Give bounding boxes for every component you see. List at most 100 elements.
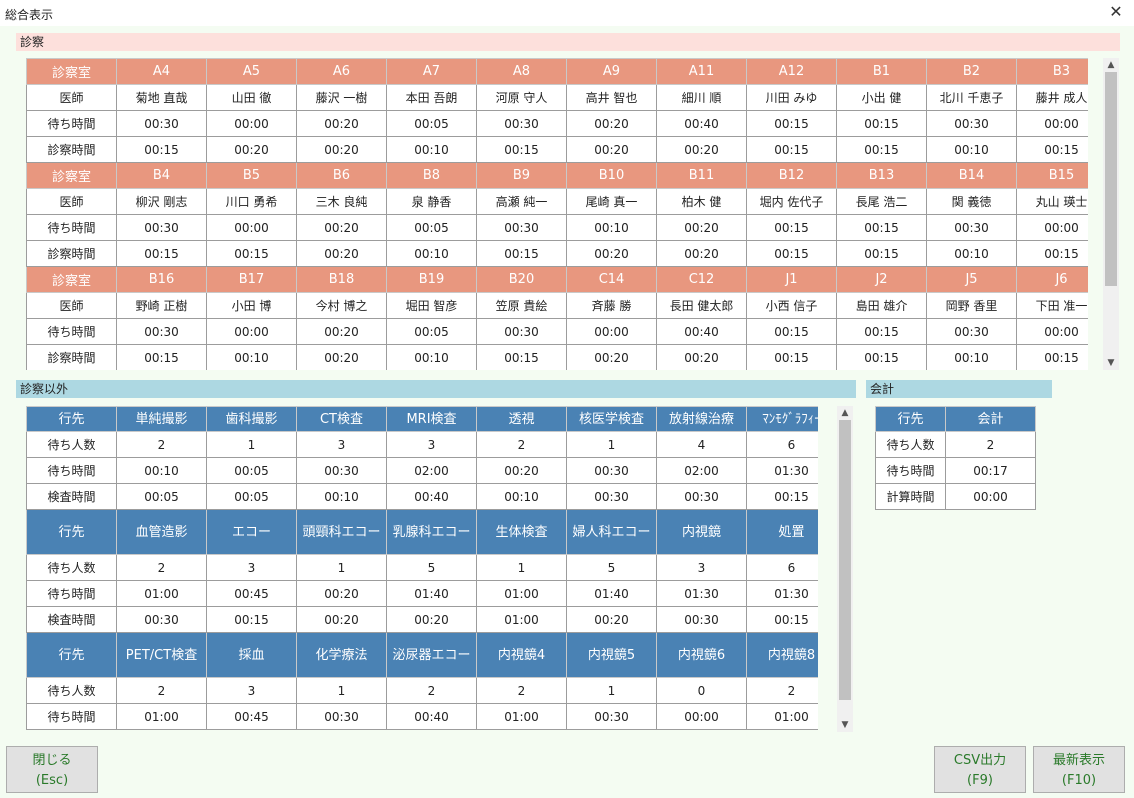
table-cell: 00:30	[926, 214, 1017, 241]
table-cell: 5	[386, 554, 477, 581]
table-cell: 00:40	[656, 110, 747, 137]
room-name: A12	[746, 58, 837, 85]
scroll-down-icon[interactable]: ▼	[1103, 356, 1119, 370]
table-cell: 3	[656, 554, 747, 581]
scroll-down-icon[interactable]: ▼	[837, 718, 853, 732]
row-label: 待ち時間	[26, 457, 117, 484]
section-header-shinsatsu: 診察	[16, 33, 1120, 51]
room-header-row: 診察室 B4 B5 B6 B8 B9 B10 B11 B12 B13 B14 B15	[26, 162, 1088, 189]
table-cell: 三木 良純	[296, 188, 387, 215]
table-row: 医師 菊地 直哉 山田 徹藤沢 一樹 本田 吾朗 河原 守人 高井 智也 細川 順川田 みゆ…	[26, 84, 1088, 111]
row-label: 待ち人数	[26, 554, 117, 581]
table-cell: 00:20	[566, 606, 657, 633]
room-name: J5	[926, 266, 1017, 293]
table-cell: 2	[945, 431, 1036, 458]
table-row: 診察時間 00:15 00:15 00:20 00:10 00:15 00:20 00:20 0…	[26, 240, 1088, 267]
table-cell: 00:30	[656, 483, 747, 510]
table-cell: 01:00	[476, 703, 567, 730]
room-name: B20	[476, 266, 567, 293]
table-row: 待ち人数 2 3 1 2 2 1 0 2	[26, 677, 818, 704]
scroll-thumb[interactable]	[839, 420, 851, 700]
table-cell: 堀内 佐代子	[746, 188, 837, 215]
table-cell: 00:00	[206, 318, 297, 345]
room-name: A5	[206, 58, 297, 85]
table-cell: 関 義徳	[926, 188, 1017, 215]
other-table: 行先 単純撮影 歯科撮影 CT検査 MRI検査 透視 核医学検査 放射線治療 ﾏﾝﾓｸﾞﾗﾌｨｰ…	[26, 406, 818, 730]
table-cell: 柳沢 剛志	[116, 188, 207, 215]
dest-name: 歯科撮影	[206, 406, 297, 432]
room-name: B17	[206, 266, 297, 293]
table-cell: 小田 博	[206, 292, 297, 319]
room-name: B14	[926, 162, 1017, 189]
table-row: 診察時間 00:15 00:10 00:20 00:10 00:15 00:20 00:20 0…	[26, 344, 1088, 370]
dest-name: 核医学検査	[566, 406, 657, 432]
table-cell: 00:20	[296, 344, 387, 370]
scroll-up-icon[interactable]: ▲	[837, 406, 853, 420]
table-cell: 00:20	[656, 344, 747, 370]
table-cell: 00:00	[206, 214, 297, 241]
dest-name: エコー	[206, 509, 297, 555]
table-cell: 00:10	[926, 344, 1017, 370]
table-cell: 00:15	[836, 214, 927, 241]
row-label: 待ち人数	[26, 431, 117, 458]
table-row: 待ち時間 00:30 00:00 00:20 00:05 00:30 00:00 00:40 0…	[26, 318, 1088, 345]
table-cell: 00:15	[206, 240, 297, 267]
table-cell: 藤井 成人	[1016, 84, 1088, 111]
table-cell: 00:10	[116, 457, 207, 484]
table-row: 待ち人数 2	[875, 431, 1036, 458]
row-label: 医師	[26, 188, 117, 215]
row-label: 検査時間	[26, 483, 117, 510]
table-cell: 00:05	[206, 483, 297, 510]
table-row: 計算時間 00:00	[875, 483, 1036, 510]
dest-name: 透視	[476, 406, 567, 432]
table-cell: 00:10	[926, 136, 1017, 163]
refresh-button-key: (F10)	[1061, 773, 1097, 788]
scroll-thumb[interactable]	[1105, 72, 1117, 286]
table-cell: 藤沢 一樹	[296, 84, 387, 111]
room-name: B4	[116, 162, 207, 189]
table-cell: 6	[746, 554, 818, 581]
table-cell: 2	[476, 677, 567, 704]
csv-export-button[interactable]: CSV出力 (F9)	[934, 746, 1026, 793]
table-cell: 菊地 直哉	[116, 84, 207, 111]
row-label: 待ち時間	[26, 318, 117, 345]
table-cell: 00:10	[386, 136, 477, 163]
table-cell: 02:00	[386, 457, 477, 484]
table-cell: 00:20	[296, 136, 387, 163]
room-name: B1	[836, 58, 927, 85]
room-name: B10	[566, 162, 657, 189]
shinsatsu-scrollbar[interactable]: ▲ ▼	[1103, 58, 1119, 370]
table-cell: 00:15	[746, 136, 837, 163]
table-cell: 00:20	[656, 136, 747, 163]
room-name: J1	[746, 266, 837, 293]
table-cell: 00:00	[945, 483, 1036, 510]
dest-name: 血管造影	[116, 509, 207, 555]
table-cell: 00:15	[476, 240, 567, 267]
table-cell: 00:45	[206, 703, 297, 730]
table-row: 待ち時間 01:00 00:45 00:20 01:40 01:00 01:40 01:30 0…	[26, 580, 818, 607]
refresh-button[interactable]: 最新表示 (F10)	[1033, 746, 1125, 793]
table-cell: 1	[296, 677, 387, 704]
room-header-row: 診察室 A4 A5 A6 A7 A8 A9 A11 A12 B1 B2 B3	[26, 58, 1088, 85]
scroll-up-icon[interactable]: ▲	[1103, 58, 1119, 72]
dest-name: 婦人科エコー	[566, 509, 657, 555]
table-cell: 00:17	[945, 457, 1036, 484]
close-icon[interactable]: ✕	[1106, 2, 1126, 22]
section-header-other: 診察以外	[16, 380, 856, 398]
room-name: J2	[836, 266, 927, 293]
close-button[interactable]: 閉じる (Esc)	[6, 746, 98, 793]
other-scrollbar[interactable]: ▲ ▼	[837, 406, 853, 732]
table-cell: 00:30	[566, 703, 657, 730]
table-cell: 00:40	[386, 703, 477, 730]
table-cell: 01:40	[566, 580, 657, 607]
room-name: B9	[476, 162, 567, 189]
table-cell: 01:00	[116, 580, 207, 607]
table-cell: 00:30	[296, 703, 387, 730]
row-label: 待ち人数	[875, 431, 946, 458]
room-name: B3	[1016, 58, 1088, 85]
table-cell: 00:20	[206, 136, 297, 163]
table-cell: 00:20	[386, 606, 477, 633]
close-button-label: 閉じる	[32, 753, 72, 768]
table-cell: 00:10	[566, 214, 657, 241]
table-cell: 斉藤 勝	[566, 292, 657, 319]
